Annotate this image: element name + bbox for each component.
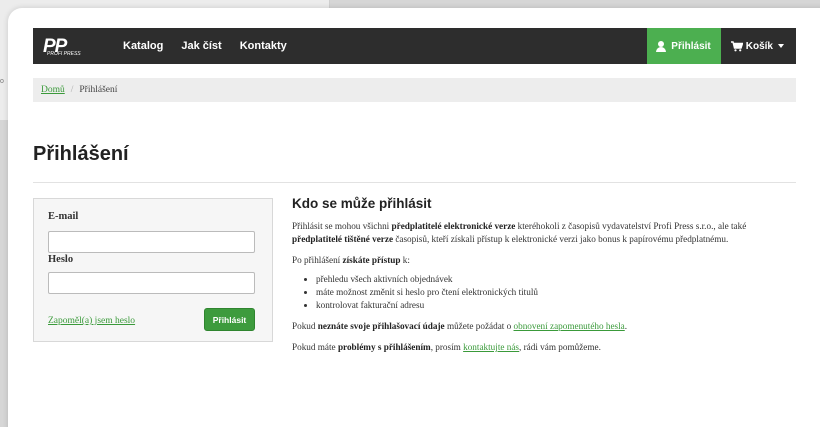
nav-link-katalog[interactable]: Katalog [123, 40, 163, 52]
email-label: E-mail [48, 211, 79, 222]
forgot-password-link[interactable]: Zapoměl(a) jsem heslo [48, 316, 135, 326]
info-paragraph-3: Pokud neznáte svoje přihlašovací údaje m… [292, 320, 796, 333]
list-item: kontrolovat fakturační adresu [316, 299, 796, 312]
login-form: E-mail Heslo Zapoměl(a) jsem heslo Přihl… [33, 198, 273, 342]
info-bold: neznáte svoje přihlašovací údaje [317, 321, 445, 331]
info-paragraph-4: Pokud máte problémy s přihlášením, prosí… [292, 341, 796, 354]
password-reset-link[interactable]: obnovení zapomenutého hesla [514, 321, 625, 331]
cart-icon [730, 40, 743, 51]
breadcrumb-current: Přihlášení [79, 85, 118, 95]
info-text: k: [400, 255, 410, 265]
breadcrumb: Domů / Přihlášení [33, 78, 796, 102]
background-text: o [0, 78, 4, 85]
divider [33, 182, 796, 183]
info-bold: předplatitelé tištěné verze [292, 234, 394, 244]
info-text: Přihlásit se mohou všichni [292, 221, 392, 231]
info-text: , rádi vám pomůžeme. [519, 342, 601, 352]
info-paragraph-1: Přihlásit se mohou všichni předplatitelé… [292, 220, 796, 246]
login-nav-button[interactable]: Přihlásit [647, 28, 721, 64]
info-text: Pokud [292, 321, 318, 331]
password-label: Heslo [48, 254, 74, 265]
access-list: přehledu všech aktivních objednávek máte… [316, 273, 796, 312]
chevron-down-icon [778, 44, 784, 48]
nav-link-jak-cist[interactable]: Jak číst [181, 40, 221, 52]
login-nav-label: Přihlásit [671, 40, 711, 52]
logo-subtitle: PROFI PRESS [47, 51, 81, 57]
info-text: kteréhokoli z časopisů vydavatelství Pro… [515, 221, 747, 231]
info-bold: problémy s přihlášením [337, 342, 431, 352]
breadcrumb-separator: / [70, 85, 74, 95]
info-bold: získáte přístup [342, 255, 401, 265]
cart-label: Košík [745, 40, 773, 52]
navbar: PP PROFI PRESS Katalog Jak číst Kontakty… [33, 28, 796, 64]
info-text: můžete požádat o [444, 321, 514, 331]
list-item: přehledu všech aktivních objednávek [316, 273, 796, 286]
password-field[interactable] [48, 272, 255, 294]
info-text: časopisů, kteří získali přístup k elektr… [393, 234, 729, 244]
contact-us-link[interactable]: kontaktujte nás [463, 342, 519, 352]
email-field[interactable] [48, 231, 255, 253]
breadcrumb-home-link[interactable]: Domů [41, 85, 65, 95]
login-info-section: Kdo se může přihlásit Přihlásit se mohou… [292, 196, 796, 362]
info-bold: předplatitelé elektronické verze [391, 221, 516, 231]
cart-dropdown[interactable]: Košík [721, 41, 796, 52]
list-item: máte možnost změnit si heslo pro čtení e… [316, 286, 796, 299]
nav-link-kontakty[interactable]: Kontakty [240, 40, 287, 52]
info-text: Pokud máte [292, 342, 338, 352]
info-paragraph-2: Po přihlášení získáte přístup k: [292, 254, 796, 267]
info-heading: Kdo se může přihlásit [292, 196, 432, 211]
info-text: . [624, 321, 628, 331]
user-icon [655, 40, 667, 52]
info-text: , prosím [430, 342, 464, 352]
info-text: Po přihlášení [292, 255, 343, 265]
profi-press-logo[interactable]: PP PROFI PRESS [41, 34, 99, 58]
login-submit-button[interactable]: Přihlásit [204, 308, 255, 331]
page-title: Přihlášení [33, 143, 129, 165]
